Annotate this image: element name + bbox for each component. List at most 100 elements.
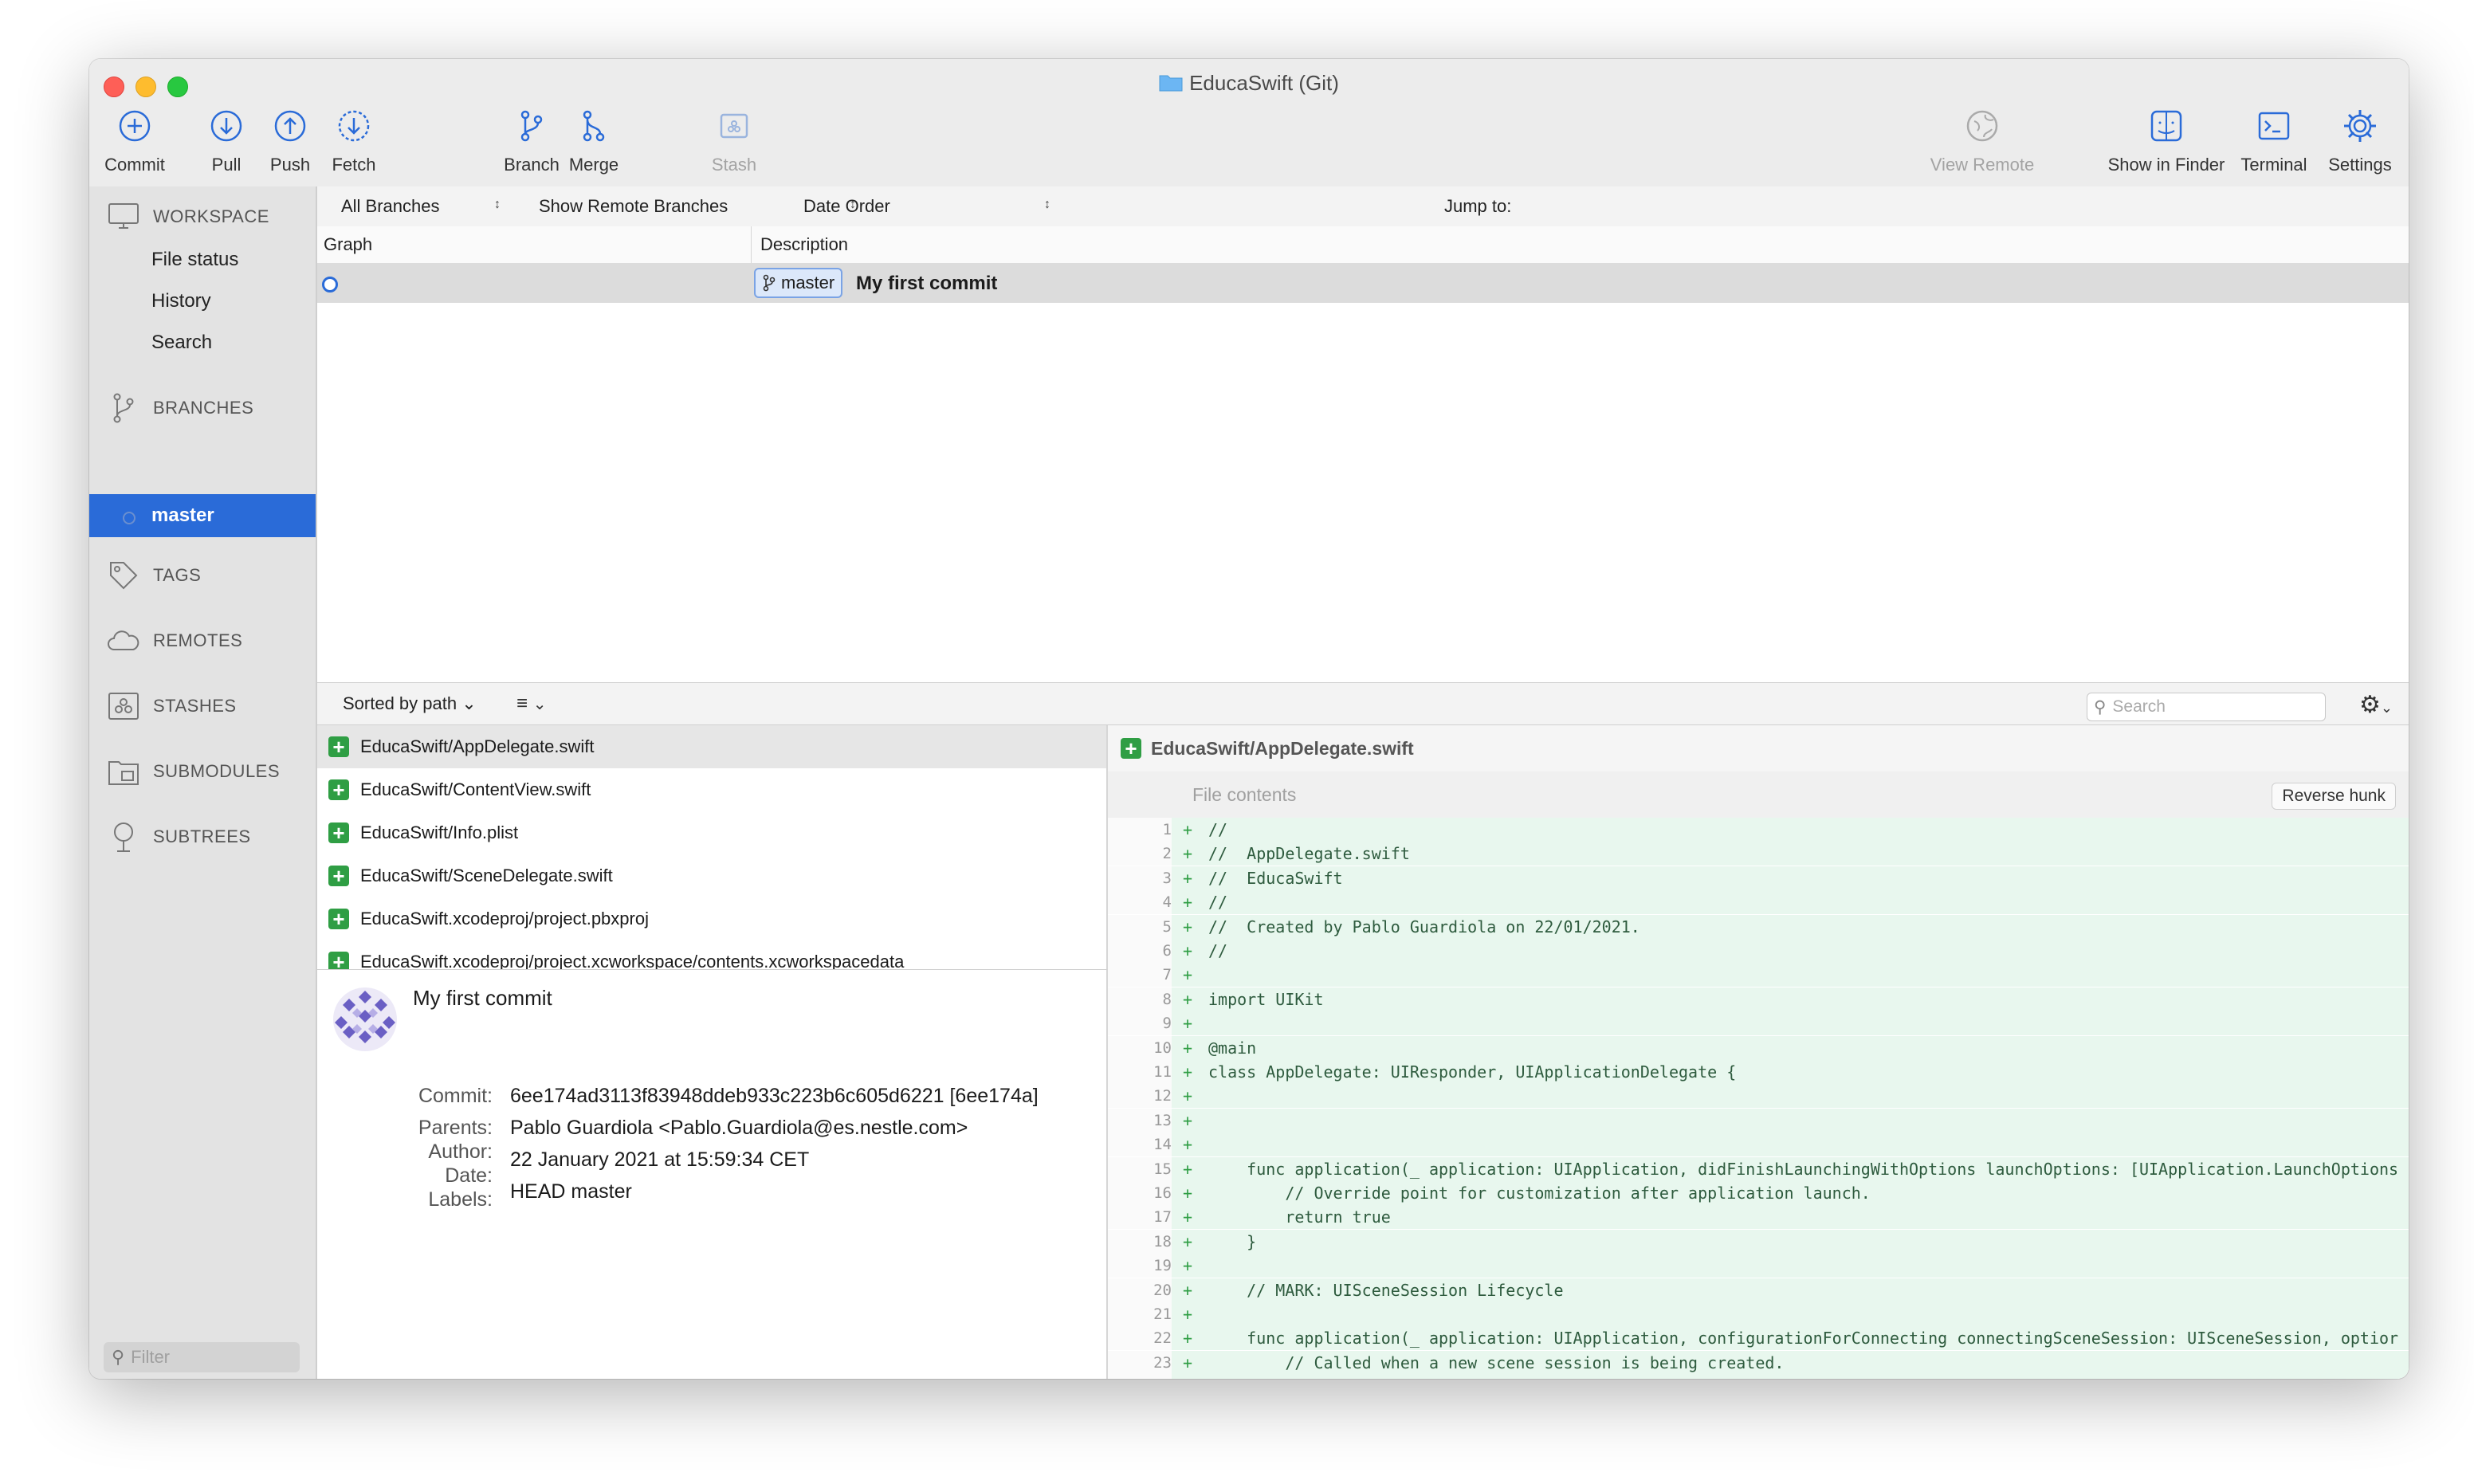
jump-to-dropdown[interactable]: Jump to: — [1444, 196, 1511, 217]
fetch-button[interactable]: Fetch — [310, 107, 398, 175]
added-marker: + — [1183, 1014, 1193, 1034]
sidebar-item-branch-master[interactable]: master — [89, 494, 316, 537]
settings-button[interactable]: Settings — [2316, 107, 2404, 175]
line-number: 6 — [1108, 939, 1172, 963]
line-number: 16 — [1108, 1181, 1172, 1205]
diff-line: 11 + class AppDelegate: UIResponder, UIApp… — [1108, 1060, 2409, 1084]
author-label: Author: — [428, 1140, 493, 1163]
graph-column-header[interactable]: Graph — [324, 234, 372, 255]
merge-icon — [583, 110, 605, 142]
list-view-dropdown[interactable]: ≡ ⌄ — [516, 693, 546, 715]
sidebar-item-search[interactable]: Search — [151, 332, 212, 354]
list-icon: ≡ — [516, 693, 528, 714]
code-text: // Created by Pablo Guardiola on 22/01/2… — [1208, 917, 1640, 936]
sidebar-item-file-status[interactable]: File status — [151, 249, 238, 271]
code-text: } — [1208, 1231, 1257, 1251]
branches-dropdown[interactable]: All Branches — [341, 196, 440, 217]
toolbar: EducaSwift (Git) Commit Pull Push Fetch … — [89, 59, 2409, 188]
merge-button[interactable]: Merge — [550, 107, 638, 175]
line-number: 9 — [1108, 1011, 1172, 1036]
diff-line: 9 + — [1108, 1011, 2409, 1036]
sidebar-section-tags[interactable]: TAGS — [107, 556, 201, 595]
file-search-input[interactable]: ⚲ Search — [2087, 693, 2326, 721]
commit-button[interactable]: Commit — [91, 107, 179, 175]
diff-line: 1 + // — [1108, 818, 2409, 842]
line-number: 20 — [1108, 1278, 1172, 1302]
pull-label: Pull — [211, 155, 242, 175]
description-column-header[interactable]: Description — [760, 234, 848, 255]
code-text: return true — [1208, 1207, 1391, 1227]
parents-label: Parents: — [418, 1117, 493, 1139]
diff-pane: + EducaSwift/AppDelegate.swift File cont… — [1108, 725, 2409, 1379]
sidebar-section-workspace[interactable]: WORKSPACE — [107, 198, 269, 236]
code-text: // Override point for customization afte… — [1208, 1184, 1871, 1203]
sidebar-section-remotes[interactable]: REMOTES — [107, 622, 242, 660]
code-text: @main — [1208, 1038, 1257, 1058]
avatar — [333, 987, 397, 1051]
commit-icon — [119, 110, 151, 142]
stash-button[interactable]: Stash — [690, 107, 778, 175]
sidebar-item-history[interactable]: History — [151, 290, 211, 312]
code-text: // Called when a new scene session is be… — [1208, 1352, 1785, 1372]
sort-dropdown[interactable]: Sorted by path ⌄ — [343, 693, 477, 714]
globe-icon — [1966, 110, 1998, 142]
diff-line: 4 + // — [1108, 890, 2409, 915]
diff-file-header: + EducaSwift/AppDelegate.swift — [1108, 725, 2409, 772]
files-toolbar: Sorted by path ⌄ ≡ ⌄ ⚲ Search ⚙⌄ — [317, 682, 2409, 725]
list-item[interactable]: + EducaSwift.xcodeproj/project.pbxproj — [317, 897, 1106, 940]
commit-row[interactable]: master My first commit — [317, 263, 2409, 303]
sidebar-section-subtrees[interactable]: SUBTREES — [107, 818, 251, 856]
commit-labels: HEAD master — [510, 1180, 632, 1203]
stash-icon — [107, 689, 140, 723]
remote-branches-dropdown[interactable]: Show Remote Branches — [539, 196, 728, 217]
history-column-header: Graph Description — [317, 226, 2409, 264]
reverse-hunk-button[interactable]: Reverse hunk — [2272, 783, 2396, 810]
history-filter-bar: All Branches ↕ Show Remote Branches ↕ Da… — [317, 186, 2409, 227]
order-dropdown[interactable]: Date Order — [803, 196, 890, 217]
terminal-button[interactable]: Terminal — [2230, 107, 2318, 175]
line-number: 4 — [1108, 890, 1172, 915]
app-window: EducaSwift (Git) Commit Pull Push Fetch … — [89, 59, 2409, 1379]
branch-icon — [763, 274, 776, 292]
code-text: // — [1208, 820, 1228, 839]
list-item[interactable]: + EducaSwift/ContentView.swift — [317, 768, 1106, 811]
added-marker: + — [1183, 1038, 1193, 1058]
code-text: func application(_ application: UIApplic… — [1208, 1159, 2399, 1179]
diff-line: 20 + // MARK: UISceneSession Lifecycle — [1108, 1278, 2409, 1302]
sidebar-filter-input[interactable]: ⚲ Filter — [104, 1342, 300, 1372]
sidebar-section-branches[interactable]: BRANCHES — [107, 389, 253, 427]
show-in-finder-button[interactable]: Show in Finder — [2103, 107, 2230, 175]
diff-line: 22 + func application(_ application: UIAp… — [1108, 1326, 2409, 1351]
commit-node-icon — [322, 277, 338, 292]
line-number: 19 — [1108, 1254, 1172, 1278]
finder-icon — [2150, 110, 2182, 142]
monitor-icon — [107, 200, 140, 234]
commit-hash[interactable]: 6ee174ad3113f83948ddeb933c223b6c605d6221… — [510, 1085, 1039, 1108]
added-marker: + — [1183, 1207, 1193, 1227]
list-item[interactable]: + EducaSwift/Info.plist — [317, 811, 1106, 854]
added-marker: + — [1183, 868, 1193, 888]
list-item[interactable]: + EducaSwift/SceneDelegate.swift — [317, 854, 1106, 897]
line-number: 23 — [1108, 1350, 1172, 1375]
list-item[interactable]: + EducaSwift.xcodeproj/project.xcworkspac… — [317, 940, 1106, 969]
code-text: // — [1208, 941, 1228, 960]
sidebar-section-submodules[interactable]: SUBMODULES — [107, 752, 280, 791]
fetch-icon — [338, 110, 370, 142]
window-title: EducaSwift (Git) — [89, 67, 2409, 99]
diff-line: 23 + // Called when a new scene session i… — [1108, 1350, 2409, 1375]
gear-icon[interactable]: ⚙⌄ — [2359, 691, 2393, 719]
view-remote-button[interactable]: View Remote — [1922, 107, 2042, 175]
list-item[interactable]: + EducaSwift/AppDelegate.swift — [317, 725, 1106, 768]
line-number: 3 — [1108, 866, 1172, 890]
push-label: Push — [269, 155, 311, 175]
added-marker: + — [1183, 1231, 1193, 1251]
code-text: // MARK: UISceneSession Lifecycle — [1208, 1280, 1564, 1300]
line-number: 2 — [1108, 842, 1172, 866]
changed-files-list: + EducaSwift/AppDelegate.swift + EducaSwif… — [317, 725, 1108, 969]
date-label: Date: — [445, 1164, 493, 1187]
line-number: 24 — [1108, 1375, 1172, 1379]
sidebar-section-stashes[interactable]: STASHES — [107, 687, 237, 725]
code-text: // Use this method to select a configura… — [1208, 1375, 1995, 1379]
code-text: import UIKit — [1208, 989, 1324, 1009]
branch-tag: master — [754, 268, 843, 298]
